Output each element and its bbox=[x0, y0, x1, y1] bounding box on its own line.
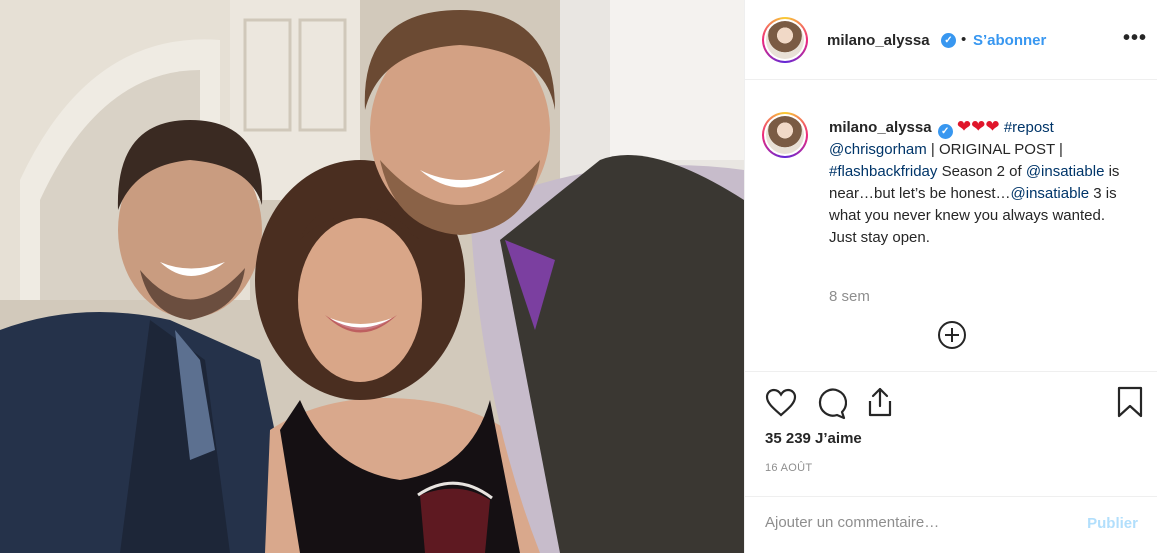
verified-badge-icon: ✓ bbox=[937, 124, 953, 139]
likes-count[interactable]: 35 239 J’aime bbox=[765, 430, 862, 447]
hashtag-flashbackfriday[interactable]: #flashbackfriday bbox=[829, 163, 937, 180]
post-photo[interactable] bbox=[0, 0, 744, 553]
header-separator: • bbox=[961, 31, 967, 48]
caption-timestamp[interactable]: 8 sem bbox=[829, 288, 870, 305]
mention-insatiable[interactable]: @insatiable bbox=[1026, 163, 1105, 180]
follow-button[interactable]: S’abonner bbox=[973, 32, 1046, 49]
action-bar-divider bbox=[745, 371, 1157, 372]
caption-avatar[interactable] bbox=[762, 112, 808, 158]
mention-chrisgorham[interactable]: @chrisgorham bbox=[829, 141, 927, 158]
caption-text: | ORIGINAL POST | bbox=[926, 141, 1063, 158]
bookmark-icon[interactable] bbox=[1117, 386, 1143, 418]
mention-insatiable[interactable]: @insatiable bbox=[1011, 185, 1090, 202]
hashtag-repost[interactable]: #repost bbox=[1004, 119, 1054, 136]
comment-input[interactable] bbox=[765, 514, 1065, 531]
caption-username[interactable]: milano_alyssa bbox=[829, 119, 932, 136]
plus-circle-icon[interactable] bbox=[938, 321, 966, 349]
caption-text: Season 2 of bbox=[937, 163, 1026, 180]
post-date[interactable]: 16 AOÛT bbox=[765, 462, 812, 474]
comment-bar: Publier bbox=[745, 496, 1157, 553]
post-sidebar: milano_alyssa ✓ • S’abonner ••• milano_a… bbox=[744, 0, 1157, 553]
post-caption: milano_alyssa ✓ ❤❤❤ #repost @chrisgorham… bbox=[829, 116, 1129, 249]
post-header: milano_alyssa ✓ • S’abonner ••• bbox=[745, 0, 1157, 80]
header-username[interactable]: milano_alyssa bbox=[827, 32, 930, 49]
avatar[interactable] bbox=[762, 17, 808, 63]
selfie-image bbox=[0, 0, 744, 553]
heart-emoji: ❤❤❤ bbox=[956, 117, 1000, 136]
verified-badge-icon: ✓ bbox=[941, 33, 956, 48]
share-icon[interactable] bbox=[865, 386, 895, 418]
publish-button[interactable]: Publier bbox=[1087, 515, 1138, 532]
more-options-icon[interactable]: ••• bbox=[1123, 27, 1147, 50]
comment-bubble-icon[interactable] bbox=[815, 388, 847, 420]
heart-outline-icon[interactable] bbox=[765, 388, 797, 418]
